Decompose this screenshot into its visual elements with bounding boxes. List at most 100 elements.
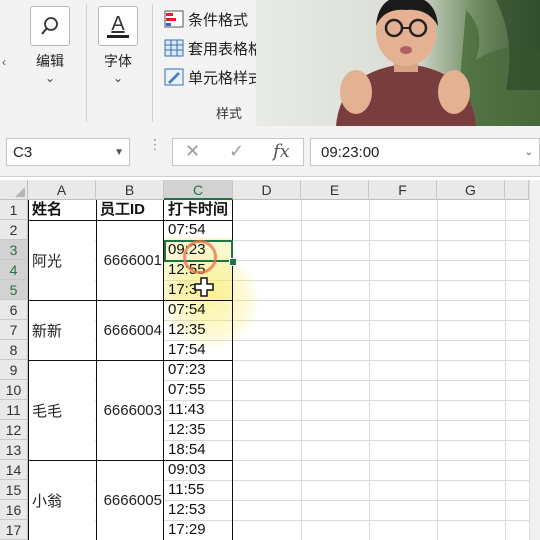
- employee-id: 6666003: [103, 402, 162, 419]
- row-header[interactable]: 6: [0, 300, 28, 320]
- font-button[interactable]: A 字体 ⌄: [92, 6, 144, 85]
- table-border: [28, 220, 233, 221]
- column-header-a[interactable]: A: [28, 180, 96, 200]
- enter-icon[interactable]: ✓: [229, 141, 244, 162]
- row-header[interactable]: 1: [0, 200, 28, 220]
- merged-id-cell[interactable]: 6666001: [97, 221, 163, 300]
- employee-id: 6666001: [103, 252, 162, 269]
- cell-styles-label: 单元格样式: [188, 69, 264, 87]
- employee-id: 6666005: [103, 492, 162, 509]
- gridline: [505, 200, 506, 540]
- chevron-down-icon: ⌄: [44, 71, 56, 85]
- ribbon-scroll-left-icon[interactable]: ‹: [2, 55, 6, 69]
- time-cell[interactable]: 11:43: [168, 400, 204, 420]
- select-all-corner[interactable]: [0, 180, 28, 200]
- fill-handle[interactable]: [229, 258, 237, 266]
- cell-a1[interactable]: 姓名: [32, 200, 62, 220]
- employee-name: 新新: [32, 323, 63, 340]
- time-cell[interactable]: 12:35: [168, 420, 206, 440]
- drag-handle-icon[interactable]: ⋮: [148, 137, 162, 151]
- row-header[interactable]: 3: [0, 240, 28, 260]
- row-header[interactable]: 11: [0, 400, 28, 420]
- row-header[interactable]: 10: [0, 380, 28, 400]
- row-header[interactable]: 16: [0, 500, 28, 520]
- time-cell[interactable]: 07:54: [168, 220, 206, 240]
- row-header[interactable]: 15: [0, 480, 28, 500]
- font-icon-glyph: A: [111, 13, 125, 35]
- time-cell[interactable]: 12:53: [168, 500, 206, 520]
- merged-id-cell[interactable]: 6666004: [97, 301, 163, 360]
- row-header[interactable]: 8: [0, 340, 28, 360]
- time-cell[interactable]: 11:55: [168, 480, 204, 500]
- row-header[interactable]: 7: [0, 320, 28, 340]
- time-cell[interactable]: 12:35: [168, 320, 206, 340]
- column-header-b[interactable]: B: [96, 180, 164, 200]
- row-header[interactable]: 2: [0, 220, 28, 240]
- cell-styles-button[interactable]: 单元格样式: [164, 66, 263, 88]
- conditional-format-button[interactable]: 条件格式: [164, 8, 248, 30]
- merged-id-cell[interactable]: 6666005: [97, 461, 163, 540]
- click-indicator: [183, 240, 217, 274]
- time-cell[interactable]: 07:23: [168, 360, 206, 380]
- vertical-scrollbar[interactable]: [529, 180, 540, 540]
- spreadsheet-grid[interactable]: A B C D E F G 1 2 3 4 5 6 7 8 9 10 11 12…: [0, 180, 540, 540]
- search-icon: [30, 6, 70, 46]
- time-cell[interactable]: 17:54: [168, 340, 206, 360]
- row-header[interactable]: 4: [0, 260, 28, 280]
- column-header-f[interactable]: F: [369, 180, 437, 200]
- font-color-icon: A: [98, 6, 138, 46]
- table-border: [28, 300, 233, 301]
- formula-bar-area: C3 ▼ ⋮ ✕ ✓ fx 09:23:00 ⌄: [0, 128, 540, 177]
- insert-function-icon[interactable]: fx: [273, 141, 290, 162]
- cancel-icon[interactable]: ✕: [185, 141, 200, 162]
- employee-name: 小翁: [32, 493, 63, 510]
- editing-button[interactable]: 编辑 ⌄: [24, 6, 76, 85]
- cell-c1[interactable]: 打卡时间: [168, 200, 228, 220]
- conditional-format-label: 条件格式: [188, 11, 249, 29]
- formula-input-value: 09:23:00: [321, 144, 380, 161]
- column-header-d[interactable]: D: [233, 180, 301, 200]
- name-box-value: C3: [13, 144, 33, 161]
- row-header[interactable]: 5: [0, 280, 28, 300]
- row-header[interactable]: 13: [0, 440, 28, 460]
- time-cell[interactable]: 17:29: [168, 520, 206, 540]
- row-header[interactable]: 12: [0, 420, 28, 440]
- ribbon-divider: [86, 4, 87, 122]
- cross-cursor-icon: [194, 277, 214, 297]
- styles-group-label: 样式: [216, 106, 243, 121]
- chevron-down-icon: ⌄: [112, 71, 124, 85]
- row-header[interactable]: 14: [0, 460, 28, 480]
- time-cell[interactable]: 09:03: [168, 460, 206, 480]
- chevron-down-icon[interactable]: ⌄: [525, 139, 533, 167]
- format-as-table-icon: [164, 39, 184, 57]
- merged-id-cell[interactable]: 6666003: [97, 361, 163, 460]
- column-header-g[interactable]: G: [437, 180, 505, 200]
- ribbon-divider: [152, 4, 153, 122]
- column-header-blank[interactable]: [505, 180, 529, 200]
- time-cell[interactable]: 07:55: [168, 380, 206, 400]
- chevron-down-icon[interactable]: ▼: [114, 139, 124, 167]
- ribbon: ‹ 编辑 ⌄ A 字体 ⌄ 条件格式 套用表格格式 单元格样式 样式: [0, 0, 540, 129]
- merged-name-cell[interactable]: 阿光: [29, 221, 95, 300]
- column-header-c[interactable]: C: [164, 180, 233, 200]
- table-border: [28, 200, 29, 540]
- row-header[interactable]: 17: [0, 520, 28, 540]
- name-box[interactable]: C3 ▼: [6, 138, 130, 166]
- formula-buttons: ✕ ✓ fx: [172, 138, 304, 166]
- row-header[interactable]: 9: [0, 360, 28, 380]
- employee-name: 阿光: [32, 253, 63, 270]
- merged-name-cell[interactable]: 小翁: [29, 461, 95, 540]
- time-cell[interactable]: 07:54: [168, 300, 206, 320]
- merged-name-cell[interactable]: 毛毛: [29, 361, 95, 460]
- gridline: [369, 200, 370, 540]
- column-header-e[interactable]: E: [301, 180, 369, 200]
- employee-id: 6666004: [103, 322, 162, 339]
- time-cell[interactable]: 17:3: [168, 280, 197, 300]
- table-border: [28, 360, 233, 361]
- cell-styles-icon: [164, 68, 184, 86]
- gridline: [301, 200, 302, 540]
- cell-b1[interactable]: 员工ID: [100, 200, 145, 220]
- time-cell[interactable]: 18:54: [168, 440, 206, 460]
- formula-input[interactable]: 09:23:00 ⌄: [310, 138, 540, 166]
- merged-name-cell[interactable]: 新新: [29, 301, 95, 360]
